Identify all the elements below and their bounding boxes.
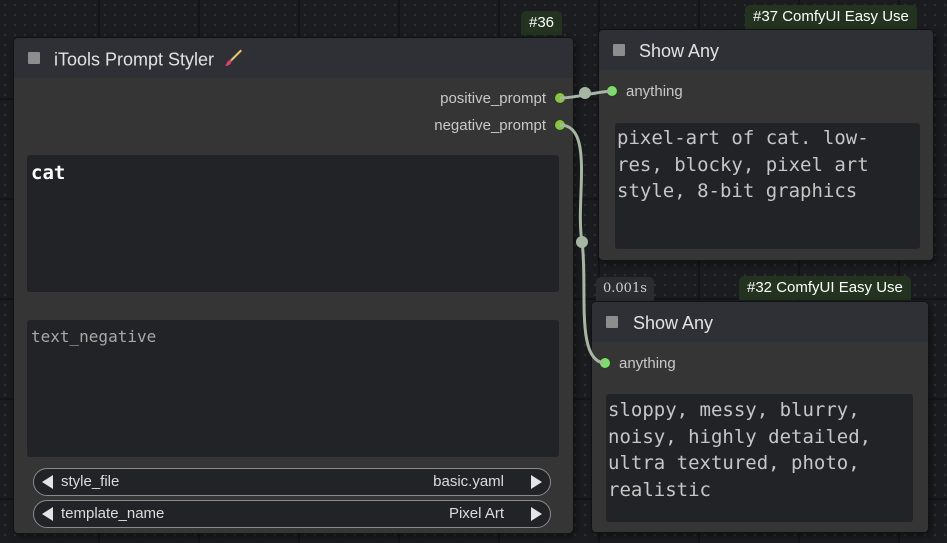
combo-next-arrow-icon[interactable] — [531, 475, 542, 489]
template-name-label: template_name — [61, 505, 165, 522]
combo-prev-arrow-icon[interactable] — [42, 475, 53, 489]
node-header[interactable]: Show Any — [592, 302, 928, 342]
text-negative-textarea[interactable]: text_negative — [27, 320, 559, 457]
text-positive-textarea[interactable]: cat — [27, 155, 559, 292]
show-any-display[interactable]: pixel-art of cat. low-res, blocky, pixel… — [615, 123, 920, 249]
output-slot-negative[interactable] — [555, 120, 565, 130]
prompt-styler-node[interactable]: iTools Prompt Styler positive_prompt neg… — [14, 38, 573, 533]
collapse-toggle[interactable] — [606, 316, 618, 328]
show-any-display[interactable]: sloppy, messy, blurry, noisy, highly det… — [606, 394, 913, 522]
show-any-node-bottom[interactable]: Show Any anything sloppy, messy, blurry,… — [592, 302, 928, 532]
collapse-toggle[interactable] — [28, 52, 40, 64]
node-id-badge: #36 — [521, 11, 563, 35]
link-midpoint-handle[interactable] — [576, 236, 588, 248]
node-title: iTools Prompt Styler — [54, 48, 243, 73]
template-name-value: Pixel Art — [448, 505, 504, 522]
input-label-anything: anything — [619, 355, 676, 372]
template-name-combo[interactable]: template_name Pixel Art — [33, 500, 551, 528]
output-label-positive: positive_prompt — [440, 90, 546, 107]
node-header[interactable]: Show Any — [599, 30, 933, 70]
show-any-text: pixel-art of cat. low-res, blocky, pixel… — [617, 127, 881, 202]
input-label-anything: anything — [626, 83, 683, 100]
input-slot-anything[interactable] — [600, 358, 610, 368]
output-slot-positive[interactable] — [555, 93, 565, 103]
node-source-badge: #37 ComfyUI Easy Use — [745, 5, 917, 29]
style-file-label: style_file — [61, 473, 120, 490]
output-label-negative: negative_prompt — [434, 117, 546, 134]
node-title: Show Any — [639, 41, 720, 61]
show-any-node-top[interactable]: Show Any anything pixel-art of cat. low-… — [599, 30, 933, 260]
node-title-text: iTools Prompt Styler — [54, 49, 215, 70]
collapse-toggle[interactable] — [613, 44, 625, 56]
input-slot-anything[interactable] — [607, 86, 617, 96]
style-file-value: basic.yaml — [433, 473, 504, 490]
node-title: Show Any — [633, 313, 714, 333]
style-file-combo[interactable]: style_file basic.yaml — [33, 468, 551, 496]
text-negative-placeholder: text_negative — [31, 327, 157, 346]
combo-prev-arrow-icon[interactable] — [42, 507, 53, 521]
show-any-text: sloppy, messy, blurry, noisy, highly det… — [608, 399, 883, 501]
text-positive-value: cat — [31, 162, 66, 184]
execution-time-badge: 0.001s — [596, 277, 654, 301]
combo-next-arrow-icon[interactable] — [531, 507, 542, 521]
link-midpoint-handle[interactable] — [579, 87, 591, 99]
paintbrush-icon — [223, 48, 243, 73]
node-source-badge: #32 ComfyUI Easy Use — [739, 276, 911, 300]
node-header[interactable]: iTools Prompt Styler — [14, 38, 573, 78]
